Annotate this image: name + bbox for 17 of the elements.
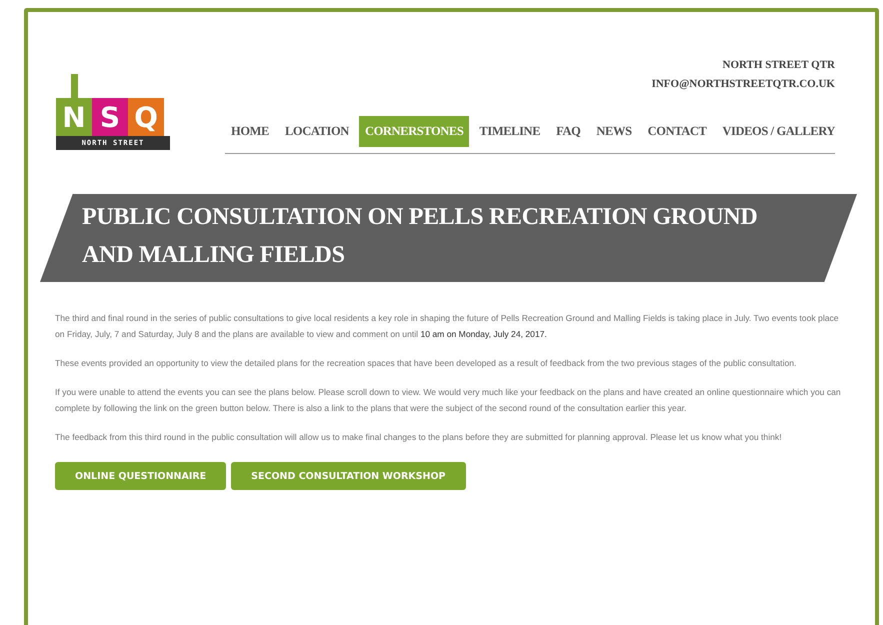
- nav-link[interactable]: LOCATION: [278, 116, 355, 147]
- body-paragraph: If you were unable to attend the events you can see the plans below. Please scroll down to view. We would very much like your feedback on the plans and have created an online questionnaire which you can complete by following the link on the green button below. There is also a link to the plans that were the subject of the second round of the consultation earlier this year.: [55, 386, 842, 415]
- email-link[interactable]: INFO@NORTHSTREETQTR.CO.UK: [652, 75, 835, 94]
- nav-link[interactable]: HOME: [225, 116, 275, 147]
- logo-letter: S: [92, 98, 128, 136]
- body-paragraph: These events provided an opportunity to view the detailed plans for the recreation spaces that have been developed as a result of feedback from the two previous stages of the public consultation.: [55, 357, 798, 370]
- site-name: NORTH STREET QTR: [722, 58, 835, 73]
- body-paragraph: The feedback from this third round in the public consultation will allow us to make final changes to the plans before they are submitted for planning approval. Please let us know what you think!: [55, 431, 783, 444]
- nav-link[interactable]: CONTACT: [642, 116, 712, 147]
- nav-link[interactable]: TIMELINE: [473, 116, 546, 147]
- body-paragraph: The third and final round in the series of public consultations to give local residents a key role in shaping the future of Pells Recreation Ground and Malling Fields is taking place in July. Two events took place on Friday, July, 7 and Saturday, July 8 and the plans are available to view and comment on until 10 am on Monday, July 24, 2017.: [55, 312, 840, 341]
- logo-letter: N: [56, 98, 92, 136]
- logo-letter: Q: [128, 98, 164, 136]
- nav-link[interactable]: VIDEOS / GALLERY: [716, 116, 842, 147]
- nav-link[interactable]: FAQ: [550, 116, 586, 147]
- nav-link[interactable]: NEWS: [590, 116, 638, 147]
- page-title: PUBLIC CONSULTATION ON PELLS RECREATION GROUND AND MALLING FIELDS: [82, 203, 758, 270]
